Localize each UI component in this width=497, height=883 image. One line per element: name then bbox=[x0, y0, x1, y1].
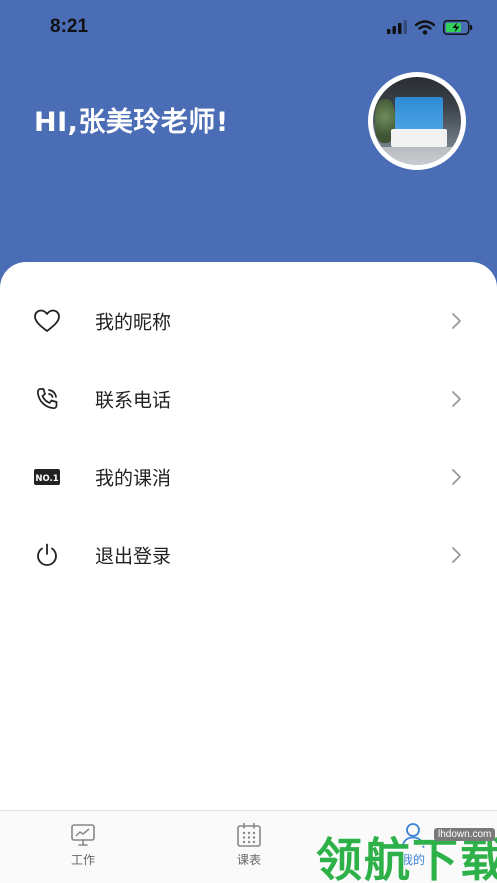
chevron-right-icon bbox=[452, 391, 461, 407]
tab-work[interactable]: 工作 bbox=[23, 811, 143, 883]
heart-icon bbox=[33, 307, 61, 335]
tab-label: 课表 bbox=[236, 853, 261, 867]
menu-item-label: 我的昵称 bbox=[95, 311, 172, 334]
menu-item-course-consumption[interactable]: NO.1 我的课消 bbox=[0, 438, 497, 516]
battery-icon bbox=[443, 19, 473, 35]
profile-header: 8:21 HI,张美玲老师! bbox=[0, 0, 497, 290]
avatar[interactable] bbox=[368, 72, 466, 170]
watermark: 领航下载 lhdown.com bbox=[316, 818, 497, 883]
status-icons bbox=[387, 18, 473, 36]
monitor-chart-icon bbox=[71, 824, 95, 846]
menu-item-label: 退出登录 bbox=[95, 545, 172, 568]
avatar-photo-floor bbox=[373, 147, 461, 165]
menu-item-label: 联系电话 bbox=[95, 389, 172, 412]
menu-card: 我的昵称 联系电话 NO.1 我的课消 退出登录 bbox=[0, 262, 497, 810]
menu-item-label: 我的课消 bbox=[95, 467, 172, 490]
wifi-icon bbox=[415, 19, 435, 35]
avatar-photo bbox=[373, 77, 461, 165]
chevron-right-icon bbox=[452, 547, 461, 563]
menu-item-nickname[interactable]: 我的昵称 bbox=[0, 282, 497, 360]
chevron-right-icon bbox=[452, 469, 461, 485]
avatar-photo-desk bbox=[391, 129, 447, 147]
power-icon bbox=[33, 541, 61, 569]
status-bar: 8:21 bbox=[0, 0, 497, 56]
greeting-text: HI,张美玲老师! bbox=[34, 107, 229, 138]
status-time: 8:21 bbox=[50, 16, 89, 37]
no1-icon: NO.1 bbox=[33, 463, 61, 491]
signal-icon bbox=[387, 20, 407, 34]
watermark-url: lhdown.com bbox=[434, 828, 496, 841]
tab-schedule[interactable]: 课表 bbox=[189, 811, 309, 883]
no1-icon-text: NO.1 bbox=[35, 474, 58, 484]
menu-item-logout[interactable]: 退出登录 bbox=[0, 516, 497, 594]
avatar-photo-wall bbox=[395, 97, 443, 131]
menu-item-phone[interactable]: 联系电话 bbox=[0, 360, 497, 438]
phone-icon bbox=[33, 385, 61, 413]
calendar-icon bbox=[237, 822, 261, 847]
tab-label: 工作 bbox=[70, 853, 95, 867]
chevron-right-icon bbox=[452, 313, 461, 329]
